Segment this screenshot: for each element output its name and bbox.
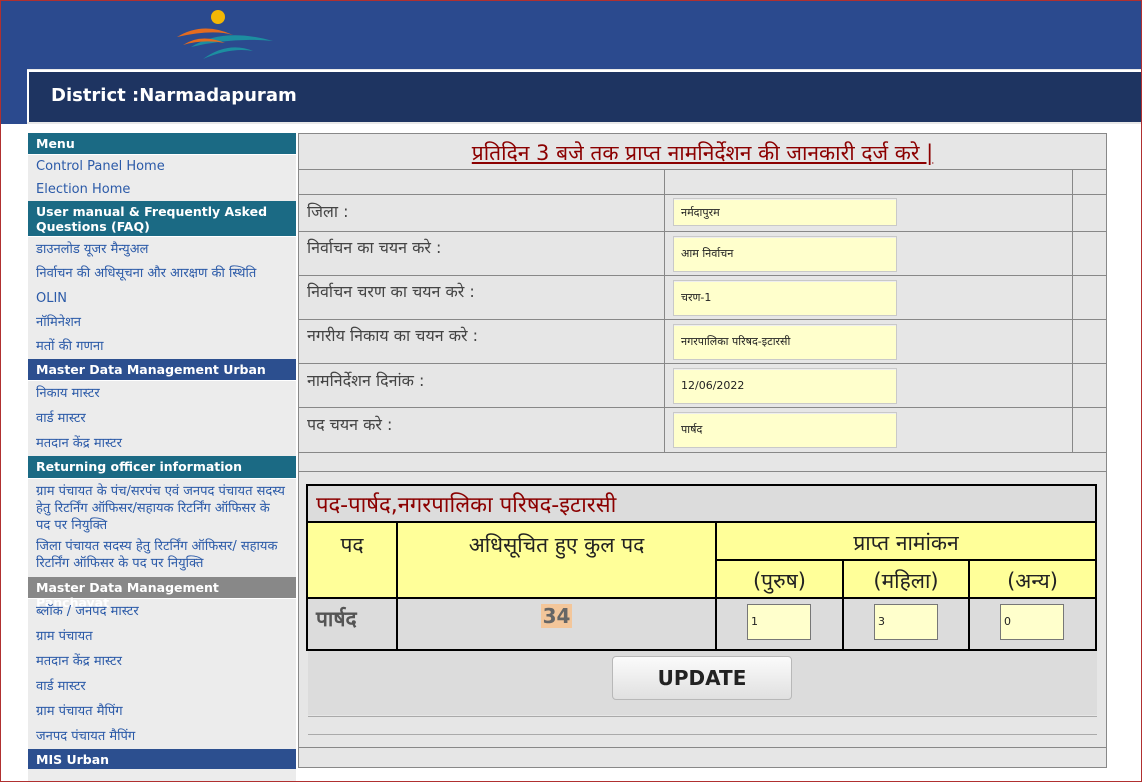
- post-field-label: पद चयन करे :: [307, 415, 393, 434]
- district-field-label: जिला :: [307, 202, 349, 221]
- form-title: प्रतिदिन 3 बजे तक प्राप्त नामनिर्देशन की…: [299, 134, 1106, 170]
- divider: [299, 452, 1106, 453]
- sidebar-item-olin[interactable]: OLIN: [28, 286, 296, 310]
- district-field[interactable]: नर्मदापुरम: [673, 198, 897, 226]
- sidebar-item-body-master[interactable]: निकाय मास्टर: [28, 381, 296, 406]
- election-select[interactable]: आम निर्वाचन: [673, 236, 897, 272]
- phase-field-label: निर्वाचन चरण का चयन करे :: [307, 282, 475, 301]
- sidebar-item-panchayat-ward-master[interactable]: वार्ड मास्टर: [28, 674, 296, 699]
- election-field-label: निर्वाचन का चयन करे :: [307, 238, 442, 257]
- update-button[interactable]: UPDATE: [612, 656, 792, 700]
- column-divider: [1072, 169, 1073, 452]
- sidebar-item-vote-counting[interactable]: मतों की गणना: [28, 335, 296, 359]
- district-title: District :Narmadapuram: [51, 85, 297, 106]
- phase-select[interactable]: चरण-1: [673, 280, 897, 316]
- district-bar: District :Narmadapuram: [27, 70, 1141, 122]
- row-notified-cell: 34: [398, 599, 717, 649]
- nomination-date-field[interactable]: 12/06/2022: [673, 368, 897, 404]
- row-notified-count: 34: [540, 604, 573, 628]
- sidebar-item-nomination[interactable]: नॉमिनेशन: [28, 310, 296, 335]
- col-header-male: (पुरुष): [717, 561, 844, 599]
- sidebar-item-gram-panchayat[interactable]: ग्राम पंचायत: [28, 624, 296, 649]
- other-nominations-input[interactable]: 0: [1000, 604, 1064, 640]
- nomination-table-title-bar: पद-पार्षद,नगरपालिका परिषद-इटारसी: [308, 486, 1095, 523]
- sidebar-header-menu: Menu: [28, 133, 296, 155]
- sidebar-item-control-panel-home[interactable]: Control Panel Home: [28, 155, 296, 178]
- sidebar-header-user-manual: User manual & Frequently Asked Questions…: [28, 201, 296, 237]
- sidebar-item-janpad-panchayat-mapping[interactable]: जनपद पंचायत मैपिंग: [28, 724, 296, 749]
- divider: [299, 471, 1106, 472]
- sidebar-header-mis-urban: MIS Urban: [28, 749, 296, 769]
- sidebar-header-master-panchayat: Master Data Management Panchayat: [28, 577, 296, 610]
- sidebar-item-ro-zila-panchayat[interactable]: जिला पंचायत सदस्य हेतु रिटर्निंग ऑफिसर/ …: [28, 536, 296, 577]
- sidebar-item-ro-gram-panchayat[interactable]: ग्राम पंचायत के पंच/सरपंच एवं जनपद पंचाय…: [28, 479, 296, 536]
- divider: [299, 319, 1106, 320]
- row-post-name: पार्षद: [308, 599, 398, 649]
- header-banner: [1, 1, 1141, 69]
- divider: [299, 275, 1106, 276]
- col-header-notified: अधिसूचित हुए कुल पद: [398, 523, 717, 599]
- date-field-label: नामनिर्देशन दिनांक :: [307, 371, 425, 390]
- sidebar-item-notification[interactable]: निर्वाचन की अधिसूचना और आरक्षण की स्थिति: [28, 262, 296, 286]
- divider: [299, 194, 1106, 195]
- divider: [299, 363, 1106, 364]
- sidebar-item-block-master[interactable]: ब्लॉक / जनपद मास्टर: [28, 599, 296, 624]
- post-select[interactable]: पार्षद: [673, 412, 897, 448]
- sidebar-item-panchayat-polling-station[interactable]: मतदान केंद्र मास्टर: [28, 649, 296, 674]
- sidebar: Menu Control Panel Home Election Home Us…: [28, 133, 296, 781]
- divider: [299, 407, 1106, 408]
- body-field-label: नगरीय निकाय का चयन करे :: [307, 326, 478, 345]
- sidebar-item-download-manual[interactable]: डाउनलोड यूजर मैन्युअल: [28, 237, 296, 262]
- sidebar-item-ward-master[interactable]: वार्ड मास्टर: [28, 406, 296, 431]
- sidebar-item-polling-station-master[interactable]: मतदान केंद्र मास्टर: [28, 431, 296, 456]
- col-header-other: (अन्य): [970, 561, 1095, 599]
- col-header-female: (महिला): [844, 561, 970, 599]
- header-left-strip: [1, 69, 27, 124]
- col-header-received: प्राप्त नामांकन: [717, 523, 1095, 561]
- sidebar-header-master-urban: Master Data Management Urban: [28, 359, 296, 381]
- nomination-table-title: पद-पार्षद,नगरपालिका परिषद-इटारसी: [316, 493, 617, 518]
- col-header-post: पद: [308, 523, 398, 599]
- male-nominations-input[interactable]: 1: [747, 604, 811, 640]
- urban-body-select[interactable]: नगरपालिका परिषद-इटारसी: [673, 324, 897, 360]
- divider: [299, 231, 1106, 232]
- divider: [308, 716, 1097, 717]
- sidebar-header-returning-officer: Returning officer information: [28, 456, 296, 479]
- sidebar-item-gram-panchayat-mapping[interactable]: ग्राम पंचायत मैपिंग: [28, 699, 296, 724]
- divider: [308, 734, 1097, 735]
- election-commission-logo: [177, 10, 273, 59]
- column-divider: [664, 169, 665, 452]
- sidebar-item-election-home[interactable]: Election Home: [28, 178, 296, 201]
- female-nominations-input[interactable]: 3: [874, 604, 938, 640]
- divider: [299, 169, 1106, 170]
- divider: [299, 747, 1106, 748]
- form-title-text: प्रतिदिन 3 बजे तक प्राप्त नामनिर्देशन की…: [471, 141, 934, 165]
